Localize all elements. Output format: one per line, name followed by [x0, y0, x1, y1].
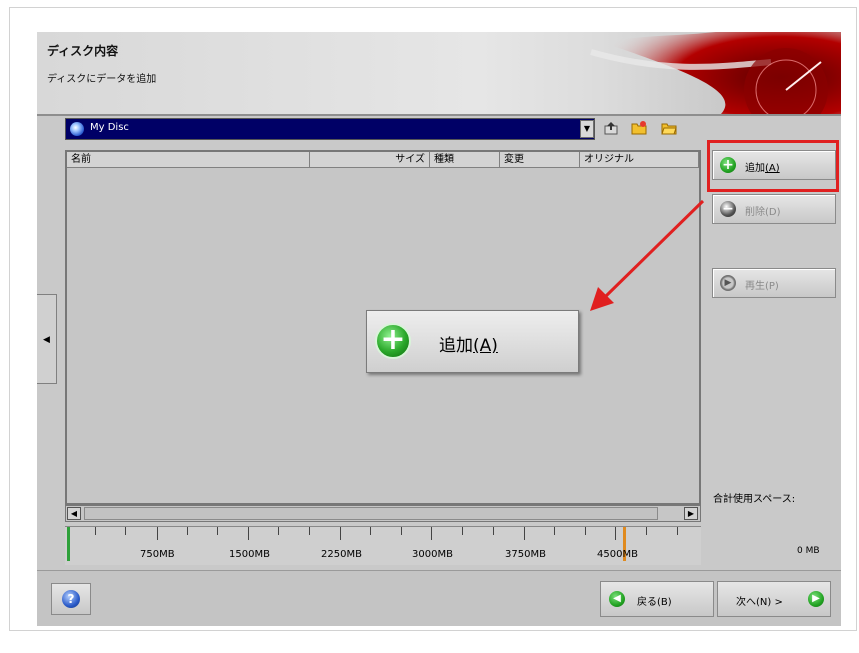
- plus-icon: +: [375, 323, 411, 359]
- zoomed-add-label: 追加: [439, 336, 473, 356]
- zoomed-add-mnemonic: (A): [473, 336, 498, 356]
- zoomed-add-button: + 追加(A): [366, 310, 579, 373]
